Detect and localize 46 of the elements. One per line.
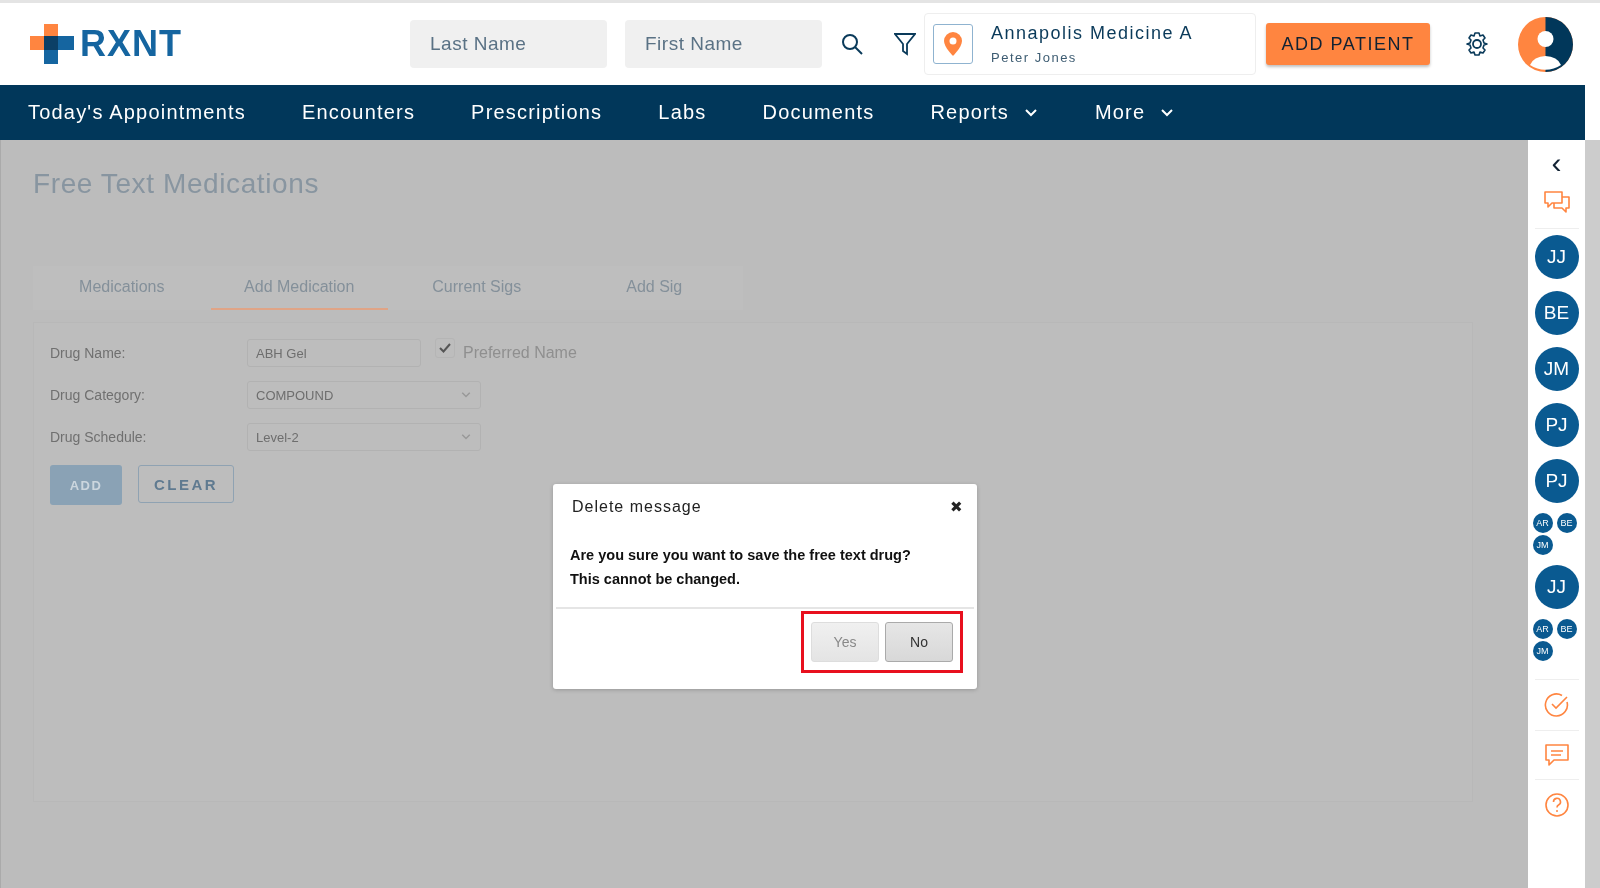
contact-avatar[interactable]: JM	[1534, 347, 1579, 391]
nav-menu-item[interactable]: Prescriptions	[471, 101, 603, 124]
contact-avatar[interactable]: PJ	[1534, 459, 1579, 503]
contact-avatar[interactable]: BE	[1534, 291, 1579, 335]
contact-avatar[interactable]: AR	[1532, 619, 1553, 639]
logo-cross-icon	[30, 24, 74, 64]
user-name: Peter Jones	[991, 50, 1078, 65]
contact-avatar[interactable]: PJ	[1534, 403, 1579, 447]
location-card[interactable]: Annapolis Medicine A Peter Jones	[924, 13, 1256, 75]
filter-icon[interactable]	[894, 32, 916, 56]
dialog-title: Delete message	[572, 498, 702, 516]
settings-icon[interactable]	[1464, 31, 1490, 57]
search-icon[interactable]	[840, 32, 864, 56]
close-button[interactable]: ✖	[950, 498, 963, 516]
contact-avatar[interactable]: JJ	[1534, 235, 1579, 279]
contact-avatar[interactable]: JJ	[1534, 565, 1579, 609]
contact-avatar[interactable]: BE	[1556, 619, 1577, 639]
nav-menu-item[interactable]: Encounters	[301, 101, 416, 124]
first-name-field[interactable]: First Name	[625, 20, 822, 68]
collapse-button[interactable]: ‹	[1551, 148, 1562, 178]
field-label: Drug Category:	[50, 387, 146, 403]
nav-menu-item[interactable]: Reports	[930, 101, 1039, 124]
check-circle-icon[interactable]	[1543, 692, 1570, 718]
nav-menu-item[interactable]: Documents	[762, 101, 875, 124]
check-icon	[439, 343, 451, 353]
field-label: Drug Schedule:	[50, 429, 148, 445]
location-pin-icon	[933, 24, 973, 64]
help-icon[interactable]	[1543, 792, 1570, 818]
logo-text: RXNT	[80, 23, 182, 65]
contact-avatar[interactable]: AR	[1532, 513, 1553, 533]
scrollbar[interactable]	[1585, 140, 1600, 888]
preferred-name-checkbox[interactable]	[435, 338, 455, 358]
add-patient-button[interactable]: ADD PATIENT	[1266, 23, 1430, 65]
dialog-button[interactable]: No	[885, 622, 953, 662]
location-name: Annapolis Medicine A	[991, 23, 1194, 44]
user-avatar-icon[interactable]	[1518, 16, 1573, 72]
chat-icon[interactable]	[1542, 190, 1571, 216]
last-name-field[interactable]: Last Name	[410, 20, 607, 68]
field-label: Drug Name:	[50, 345, 127, 361]
contact-avatar[interactable]: BE	[1556, 513, 1577, 533]
contact-avatar[interactable]: JM	[1532, 535, 1553, 555]
nav-menu-item[interactable]: Labs	[658, 101, 707, 124]
nav-menu-item[interactable]: More	[1094, 101, 1176, 124]
dialog-message: Are you sure you want to save the free text drug? This cannot be changed.	[569, 546, 912, 589]
nav-menu-item[interactable]: Today's Appointments	[28, 101, 246, 124]
contact-avatar[interactable]: JM	[1532, 641, 1553, 661]
